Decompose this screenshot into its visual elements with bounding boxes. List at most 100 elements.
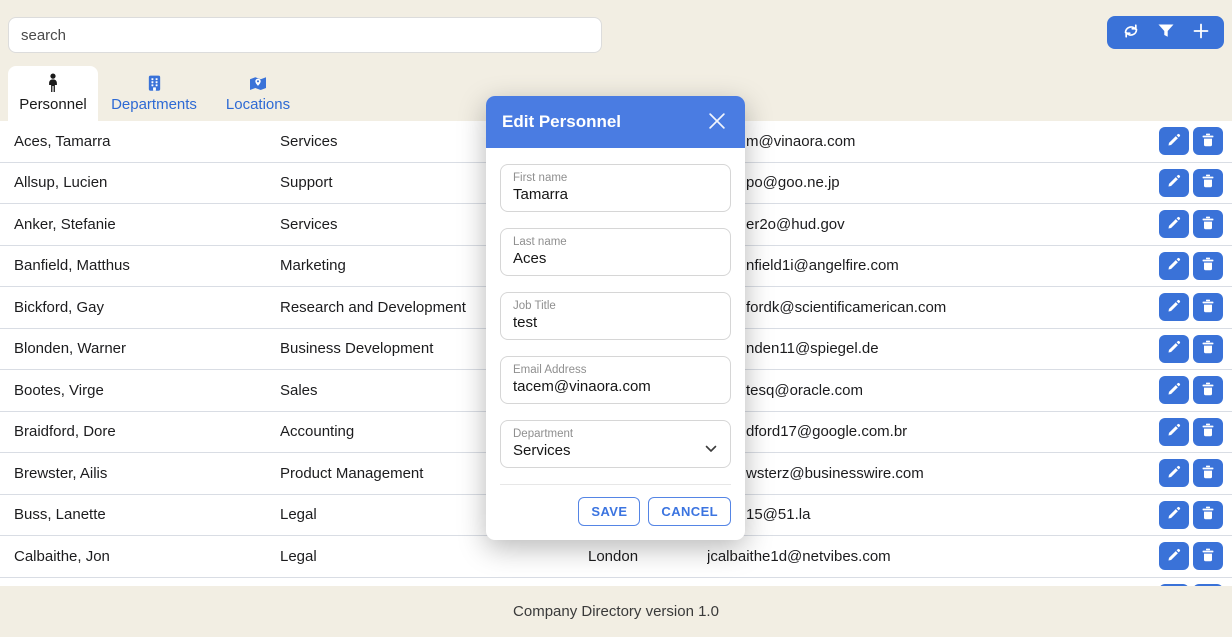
edit-button[interactable] [1159, 293, 1189, 322]
cell-department: Legal [280, 547, 317, 565]
pencil-icon [1167, 548, 1181, 565]
delete-button[interactable] [1193, 168, 1223, 197]
pencil-icon [1167, 382, 1181, 399]
cell-name: Blonden, Warner [14, 340, 127, 358]
search-input[interactable] [8, 17, 602, 53]
company-directory-app: Personnel Departments Locations Aces, Tama… [0, 0, 1232, 637]
pencil-icon [1167, 423, 1181, 440]
edit-button[interactable] [1159, 376, 1189, 405]
row-actions [1159, 417, 1232, 446]
field-label: Job Title [513, 300, 556, 312]
cell-name: Braidford, Dore [14, 423, 116, 441]
edit-personnel-modal: Edit Personnel First name Tamarra Last nam… [486, 96, 745, 540]
cell-email: nden11@spiegel.de [746, 340, 879, 358]
delete-button[interactable] [1193, 127, 1223, 156]
cell-name: Bickford, Gay [14, 298, 105, 316]
delete-button[interactable] [1193, 459, 1223, 488]
pencil-icon [1167, 340, 1181, 357]
email-address-field[interactable]: Email Address tacem@vinaora.com [500, 356, 731, 404]
modal-footer: SAVE CANCEL [500, 484, 731, 526]
tab-departments[interactable]: Departments [98, 66, 210, 121]
job-title-field[interactable]: Job Title test [500, 292, 731, 340]
department-select[interactable]: Department Services [500, 420, 731, 468]
edit-button[interactable] [1159, 251, 1189, 280]
trash-icon [1201, 548, 1215, 565]
tab-label: Personnel [19, 96, 87, 113]
tab-locations[interactable]: Locations [210, 66, 306, 121]
edit-button[interactable] [1159, 500, 1189, 529]
pencil-icon [1167, 299, 1181, 316]
save-button[interactable]: SAVE [578, 497, 641, 526]
last-name-field[interactable]: Last name Aces [500, 228, 731, 276]
cell-name: Anker, Stefanie [14, 215, 116, 233]
row-actions [1159, 500, 1232, 529]
modal-body: First name Tamarra Last name Aces Job Title t… [486, 148, 745, 540]
edit-button[interactable] [1159, 542, 1189, 571]
row-actions [1159, 127, 1232, 156]
modal-header: Edit Personnel [486, 96, 745, 148]
field-value: Aces [513, 250, 547, 267]
pencil-icon [1167, 133, 1181, 150]
edit-button[interactable] [1159, 168, 1189, 197]
field-value: Tamarra [513, 186, 569, 203]
field-value: test [513, 314, 538, 331]
cell-email: dford17@google.com.br [746, 423, 908, 441]
cell-name: Brewster, Ailis [14, 464, 108, 482]
add-button[interactable] [1186, 19, 1216, 47]
footer: Company Directory version 1.0 [0, 586, 1232, 637]
row-actions [1159, 334, 1232, 363]
edit-button[interactable] [1159, 210, 1189, 239]
field-label: Department [513, 428, 574, 440]
tab-bar: Personnel Departments Locations [8, 66, 306, 121]
plus-icon [1193, 23, 1209, 42]
pencil-icon [1167, 216, 1181, 233]
edit-button[interactable] [1159, 334, 1189, 363]
cell-name: Allsup, Lucien [14, 174, 108, 192]
trash-icon [1201, 257, 1215, 274]
delete-button[interactable] [1193, 500, 1223, 529]
cell-email: jcalbaithe1d@netvibes.com [707, 547, 891, 565]
cell-email: 15@51.la [746, 506, 811, 524]
cell-email: fordk@scientificamerican.com [746, 298, 947, 316]
modal-close-button[interactable] [705, 110, 729, 134]
toolbar [1107, 16, 1224, 49]
cell-name: Aces, Tamarra [14, 132, 111, 150]
trash-icon [1201, 174, 1215, 191]
row-actions [1159, 168, 1232, 197]
modal-title: Edit Personnel [502, 112, 622, 131]
tab-personnel[interactable]: Personnel [8, 66, 98, 121]
chevron-down-icon [705, 440, 717, 458]
cell-email: wsterz@businesswire.com [746, 464, 924, 482]
cell-name: Buss, Lanette [14, 506, 106, 524]
table-row [0, 578, 1232, 586]
edit-button[interactable] [1159, 459, 1189, 488]
filter-button[interactable] [1151, 19, 1181, 47]
trash-icon [1201, 465, 1215, 482]
field-value: Services [513, 442, 571, 459]
tab-label: Departments [111, 96, 197, 113]
cell-name: Bootes, Virge [14, 381, 104, 399]
row-actions [1159, 210, 1232, 239]
field-label: Email Address [513, 364, 587, 376]
cell-name: Calbaithe, Jon [14, 547, 110, 565]
building-icon [146, 73, 163, 93]
edit-button[interactable] [1159, 127, 1189, 156]
delete-button[interactable] [1193, 293, 1223, 322]
delete-button[interactable] [1193, 417, 1223, 446]
edit-button[interactable] [1159, 417, 1189, 446]
map-icon [248, 73, 268, 93]
field-label: Last name [513, 236, 567, 248]
cancel-button[interactable]: CANCEL [648, 497, 731, 526]
row-actions [1159, 459, 1232, 488]
row-actions [1159, 293, 1232, 322]
row-actions [1159, 376, 1232, 405]
delete-button[interactable] [1193, 334, 1223, 363]
trash-icon [1201, 506, 1215, 523]
delete-button[interactable] [1193, 251, 1223, 280]
delete-button[interactable] [1193, 542, 1223, 571]
trash-icon [1201, 133, 1215, 150]
first-name-field[interactable]: First name Tamarra [500, 164, 731, 212]
delete-button[interactable] [1193, 376, 1223, 405]
delete-button[interactable] [1193, 210, 1223, 239]
refresh-button[interactable] [1116, 19, 1146, 47]
